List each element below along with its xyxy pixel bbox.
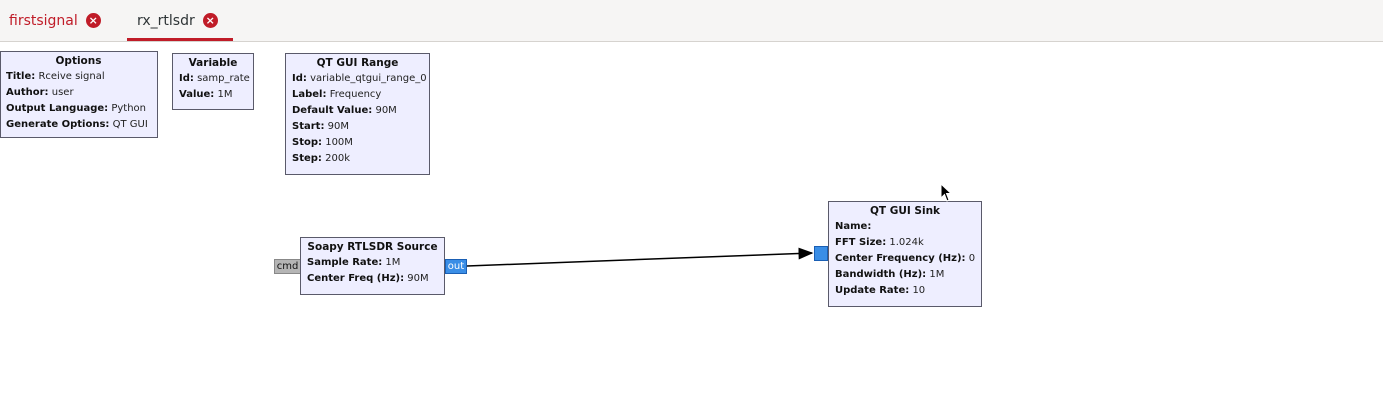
options-block[interactable]: Options Title: Rceive signal Author: use… [0,51,158,138]
tab-label: rx_rtlsdr [137,12,195,29]
param-row: Author: user [6,87,74,98]
in-port[interactable]: in [814,246,828,261]
param-row: Stop: 100M [292,137,353,148]
tab-label: firstsignal [9,12,78,29]
param-row: Step: 200k [292,153,350,164]
param-row: Id: samp_rate [179,73,250,84]
block-title: Options [55,55,102,67]
param-row: Bandwidth (Hz): 1M [835,269,945,280]
cmd-port[interactable]: cmd [274,259,301,274]
param-row: FFT Size: 1.024k [835,237,924,248]
close-icon[interactable]: × [202,13,218,28]
qt-gui-sink-block[interactable]: QT GUI Sink Name: FFT Size: 1.024k Cente… [828,201,982,307]
out-port[interactable]: out [445,259,467,274]
param-row: Output Language: Python [6,103,147,114]
active-tab-indicator [127,38,233,41]
flowgraph-canvas[interactable]: Options Title: Rceive signal Author: use… [0,42,1383,408]
block-title: QT GUI Range [316,57,399,69]
tab-rx-rtlsdr[interactable]: rx_rtlsdr × [137,0,218,41]
param-row: Sample Rate: 1M [307,257,401,268]
param-row: Label: Frequency [292,89,382,100]
block-title: Variable [188,57,238,69]
param-row: Start: 90M [292,121,349,132]
tab-firstsignal[interactable]: firstsignal × [9,0,101,41]
param-row: Title: Rceive signal [6,71,105,82]
param-row: Center Frequency (Hz): 0 [835,253,976,264]
param-row: Name: [835,221,872,232]
param-row: Default Value: 90M [292,105,397,116]
block-title: QT GUI Sink [869,205,941,217]
mouse-cursor-icon [940,183,953,202]
param-row: Center Freq (Hz): 90M [307,273,429,284]
variable-block[interactable]: Variable Id: samp_rate Value: 1M [172,53,254,110]
connection-wire [466,247,814,267]
close-icon[interactable]: × [85,13,101,28]
qt-gui-range-block[interactable]: QT GUI Range Id: variable_qtgui_range_0 … [285,53,430,175]
soapy-rtlsdr-source-block[interactable]: Soapy RTLSDR Source Sample Rate: 1M Cent… [300,237,445,295]
param-row: Id: variable_qtgui_range_0 [292,73,427,84]
block-title: Soapy RTLSDR Source [307,241,438,253]
tab-bar: firstsignal × rx_rtlsdr × [0,0,1383,42]
param-row: Generate Options: QT GUI [6,119,148,130]
param-row: Value: 1M [179,89,233,100]
param-row: Update Rate: 10 [835,285,926,296]
